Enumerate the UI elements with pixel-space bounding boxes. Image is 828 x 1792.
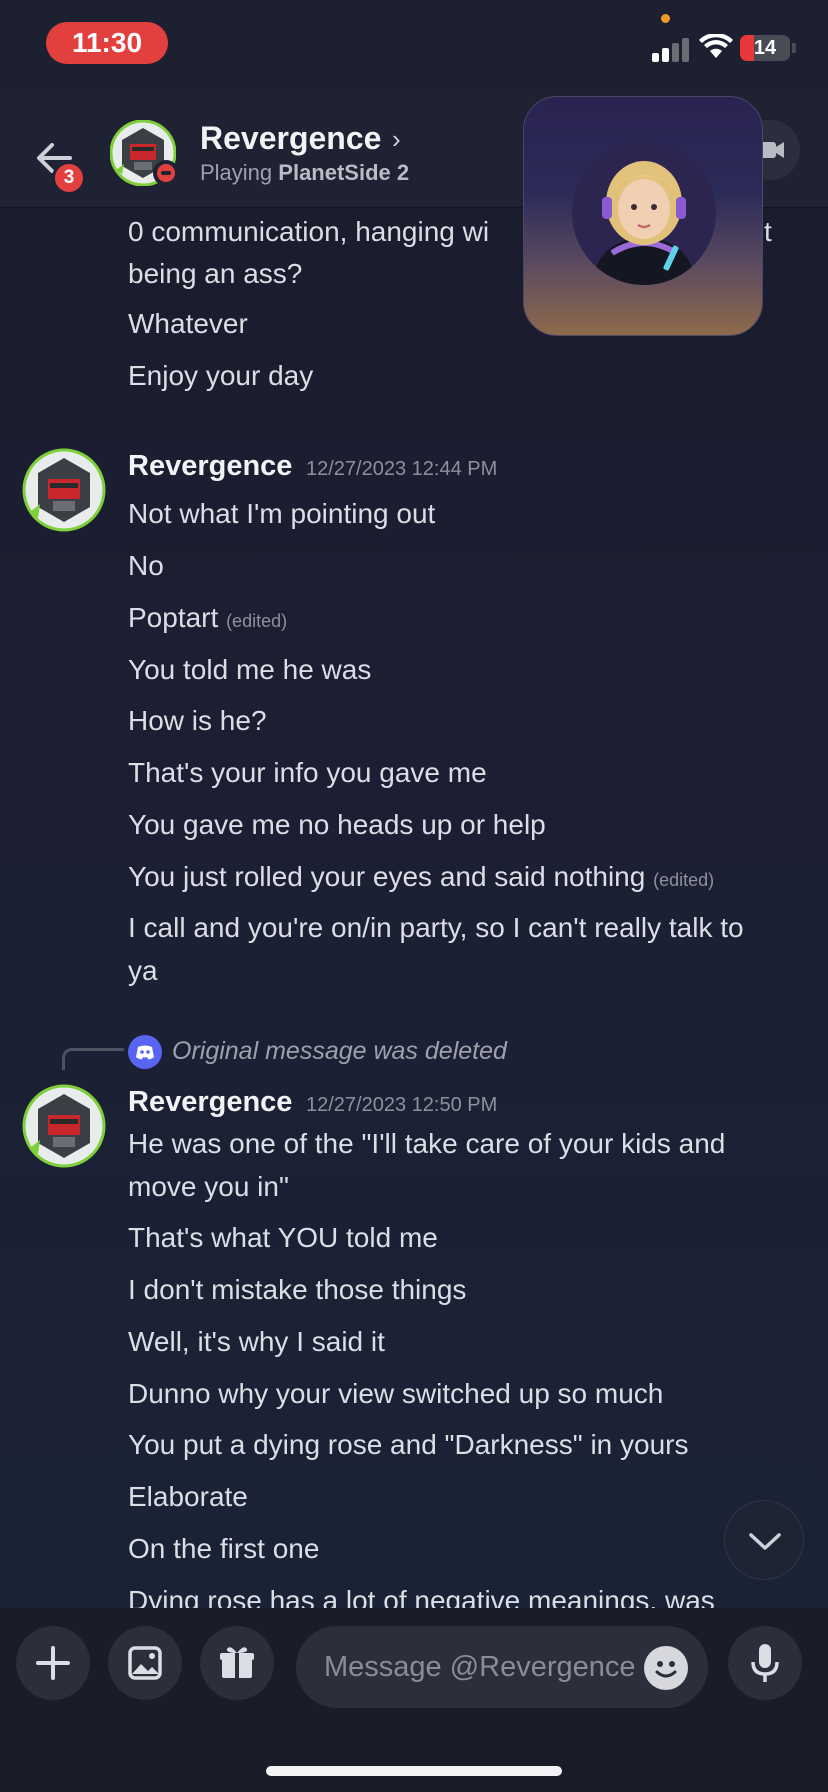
image-icon xyxy=(128,1646,162,1680)
message-line: How is he? xyxy=(128,705,267,736)
message-line: On the first one xyxy=(128,1533,320,1564)
avatar[interactable] xyxy=(22,448,106,532)
chevron-right-icon[interactable]: › xyxy=(392,124,401,155)
call-pip-window[interactable] xyxy=(523,96,763,336)
message-line: Not what I'm pointing out xyxy=(128,498,436,529)
gift-icon xyxy=(220,1647,254,1678)
header-activity: Playing PlanetSide 2 xyxy=(200,160,409,186)
message-line: No xyxy=(128,550,164,581)
message-author[interactable]: Revergence xyxy=(128,450,292,483)
smiley-icon xyxy=(655,1661,677,1678)
add-attachment-button[interactable] xyxy=(16,1626,90,1700)
message-line: Well, it's why I said it xyxy=(128,1326,385,1357)
reply-deleted-text[interactable]: Original message was deleted xyxy=(172,1037,507,1066)
caller-avatar xyxy=(572,141,716,285)
discord-logo-icon xyxy=(128,1035,162,1069)
message-list[interactable]: 0 communication, hanging wi t being an a… xyxy=(0,208,828,1608)
plus-icon xyxy=(36,1646,70,1680)
message-line: You put a dying rose and "Darkness" in y… xyxy=(128,1429,689,1460)
scroll-to-bottom-button[interactable] xyxy=(724,1500,804,1580)
microphone-icon xyxy=(751,1644,779,1682)
activity-prefix: Playing xyxy=(200,160,273,185)
message-line: ya xyxy=(128,955,158,986)
status-time: 11:30 xyxy=(46,22,168,64)
status-bar: 11:30 14 xyxy=(0,0,828,90)
message-author[interactable]: Revergence xyxy=(128,1086,292,1119)
message-timestamp: 12/27/2023 12:50 PM xyxy=(306,1094,498,1116)
message-line: That's what YOU told me xyxy=(128,1222,438,1253)
edited-label: (edited) xyxy=(226,611,288,631)
home-indicator[interactable] xyxy=(266,1766,562,1776)
battery-icon: 14 xyxy=(740,35,790,61)
message-line: He was one of the "I'll take care of you… xyxy=(128,1128,726,1159)
message-line: You told me he was xyxy=(128,654,372,685)
message-line: Elaborate xyxy=(128,1481,248,1512)
image-picker-button[interactable] xyxy=(108,1626,182,1700)
activity-game: PlanetSide 2 xyxy=(278,160,410,185)
message-composer: Message @Revergence xyxy=(0,1608,828,1792)
message-line: Enjoy your day xyxy=(128,360,314,391)
cellular-signal-icon xyxy=(652,36,690,62)
battery-level: 14 xyxy=(753,37,777,59)
message-line: You just rolled your eyes and said nothi… xyxy=(128,861,715,892)
header-username[interactable]: Revergence xyxy=(200,120,381,157)
message-line: move you in" xyxy=(128,1171,289,1202)
unread-badge: 3 xyxy=(52,161,86,195)
battery-cap xyxy=(792,43,796,53)
wifi-icon xyxy=(699,34,733,58)
message-line: I don't mistake those things xyxy=(128,1274,467,1305)
avatar[interactable] xyxy=(22,1084,106,1168)
dnd-status-icon xyxy=(153,160,179,186)
privacy-indicator xyxy=(661,14,670,23)
gift-button[interactable] xyxy=(200,1626,274,1700)
voice-message-button[interactable] xyxy=(728,1626,802,1700)
message-line: That's your info you gave me xyxy=(128,757,487,788)
chevron-down-icon xyxy=(749,1533,781,1550)
message-timestamp: 12/27/2023 12:44 PM xyxy=(306,458,498,480)
message-line: Dunno why your view switched up so much xyxy=(128,1378,664,1409)
message-line: Dying rose has a lot of negative meaning… xyxy=(128,1585,715,1608)
reply-connector xyxy=(62,1048,124,1070)
edited-label: (edited) xyxy=(653,870,715,890)
message-line: You gave me no heads up or help xyxy=(128,809,546,840)
message-line: Poptart (edited) xyxy=(128,602,288,633)
emoji-button[interactable] xyxy=(644,1646,688,1690)
message-line: I call and you're on/in party, so I can'… xyxy=(128,912,744,943)
